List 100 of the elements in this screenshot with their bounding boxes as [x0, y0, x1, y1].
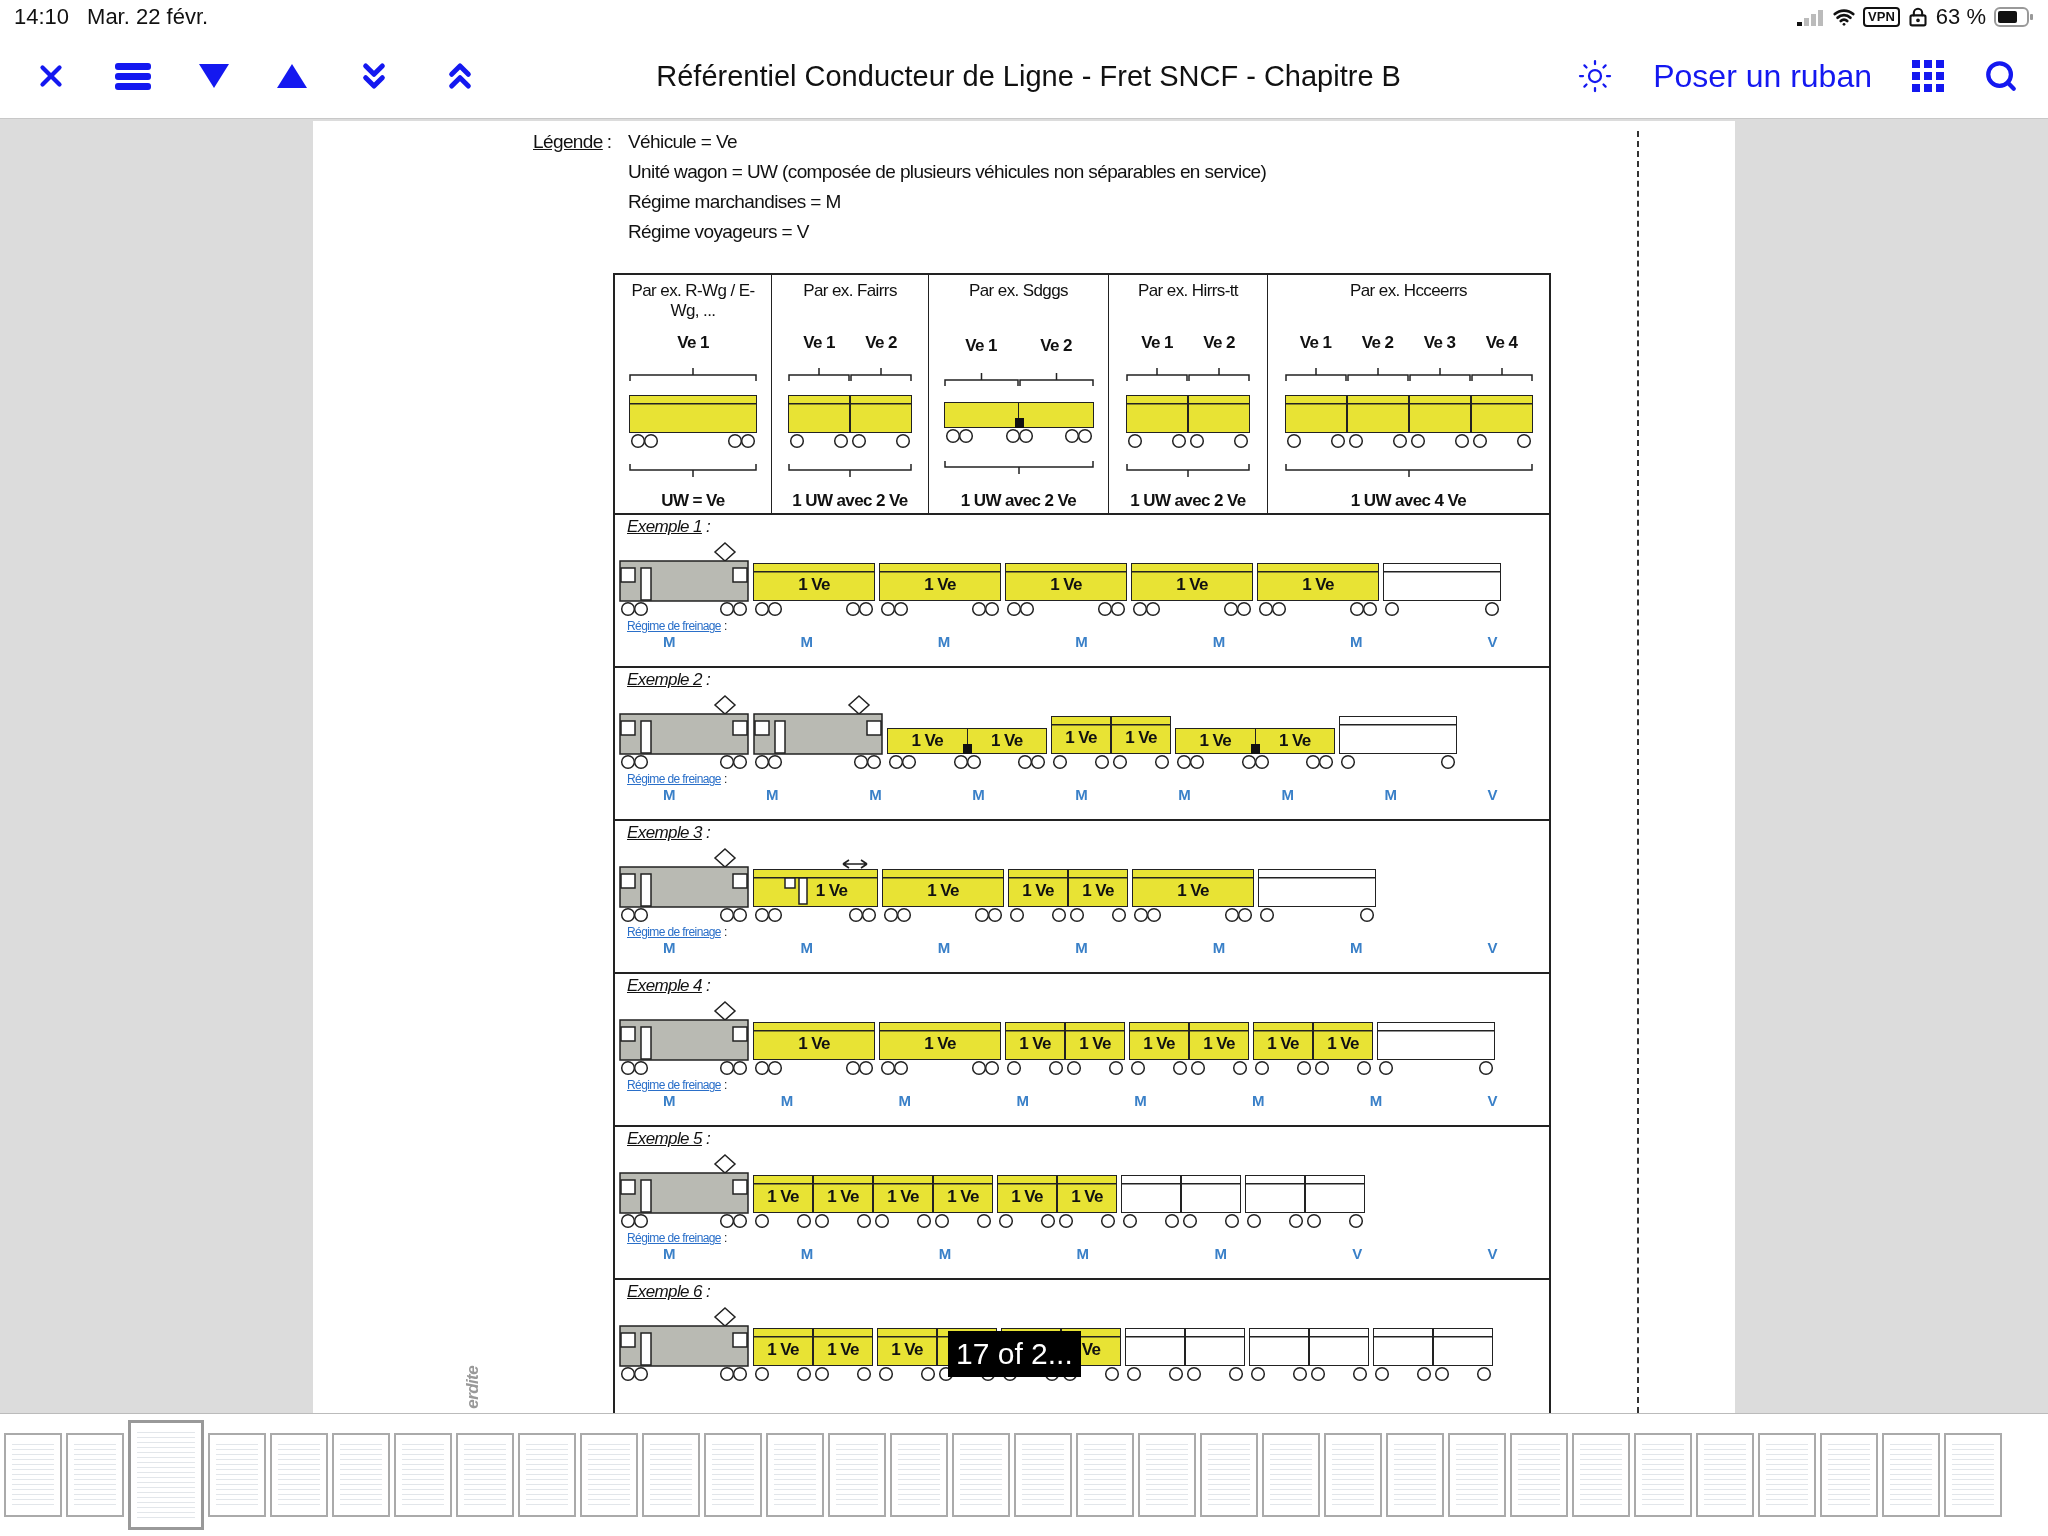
grid-icon[interactable]	[1912, 60, 1944, 92]
example-title: Exemple 4	[627, 976, 702, 996]
type-caption: Par ex. Fairrs	[802, 281, 898, 302]
brake-regime: M	[1075, 786, 1088, 803]
type-caption: Par ex. Hcceerrs	[1349, 281, 1468, 302]
page-thumbnail[interactable]	[4, 1433, 62, 1517]
wheels-icon	[1373, 1366, 1493, 1382]
brace-icon	[1284, 365, 1533, 383]
vehicle-label: 1 Ve	[1327, 1034, 1359, 1054]
wheels-icon	[629, 433, 757, 450]
vehicle-label: Ve 2	[1040, 335, 1072, 356]
wheels-icon	[1249, 1366, 1369, 1382]
brake-regime: V	[1487, 939, 1497, 956]
example-title: Exemple 2	[627, 670, 702, 690]
brake-regime: M	[937, 633, 950, 650]
vehicle-label: 1 Ve	[1050, 575, 1082, 595]
page-thumbnail[interactable]	[518, 1433, 576, 1517]
brake-regime: M	[1212, 939, 1225, 956]
search-icon[interactable]	[1984, 59, 2018, 93]
page-thumbnail[interactable]	[704, 1433, 762, 1517]
legend-line: Unité wagon = UW (composée de plusieurs véhicules non séparables en service)	[628, 161, 1268, 183]
margin-note: erdite	[463, 1366, 483, 1409]
wheels-icon	[1284, 433, 1533, 450]
battery-percent: 63 %	[1935, 4, 1986, 30]
down-triangle-icon[interactable]	[198, 62, 230, 90]
page-thumbnail[interactable]	[766, 1433, 824, 1517]
battery-icon	[1994, 7, 2034, 27]
brake-separator: :	[723, 619, 727, 633]
type-footer: UW = Ve	[661, 490, 725, 511]
page-thumbnail[interactable]	[332, 1433, 390, 1517]
page-thumbnail[interactable]	[1262, 1433, 1320, 1517]
wagon-compartment	[1188, 395, 1250, 434]
brake-regime: M	[1384, 786, 1397, 803]
legend-line: Régime voyageurs = V	[628, 221, 810, 243]
page-thumbnail[interactable]	[1448, 1433, 1506, 1517]
page-thumbnail[interactable]	[270, 1433, 328, 1517]
brake-regime: M	[1076, 1245, 1089, 1262]
page-thumbnail[interactable]	[1014, 1433, 1072, 1517]
page-thumbnail[interactable]	[1882, 1433, 1940, 1517]
vehicle-label: 1 Ve	[1143, 1034, 1175, 1054]
brake-regime-link[interactable]: Régime de freinage	[627, 619, 721, 633]
page-thumbnail[interactable]	[456, 1433, 514, 1517]
page-thumbnail[interactable]	[828, 1433, 886, 1517]
brake-regime-link[interactable]: Régime de freinage	[627, 1231, 721, 1245]
page-thumbnail[interactable]	[1324, 1433, 1382, 1517]
page-thumbnail[interactable]	[394, 1433, 452, 1517]
page-thumbnail[interactable]	[1758, 1433, 1816, 1517]
brightness-icon[interactable]	[1577, 58, 1614, 94]
page-thumbnail[interactable]	[642, 1433, 700, 1517]
page-thumbnail[interactable]	[1076, 1433, 1134, 1517]
wagon-compartment	[1470, 395, 1533, 434]
type-footer: 1 UW avec 2 Ve	[960, 491, 1077, 511]
vehicle-label: Ve 2	[865, 333, 897, 354]
wagon-compartment	[1346, 395, 1409, 434]
wheels-icon	[943, 428, 1094, 445]
brake-regime: V	[1352, 1245, 1362, 1262]
vehicle-label: 1 Ve	[1278, 731, 1311, 751]
clock-time: 14:10	[14, 4, 70, 30]
page-thumbnail[interactable]	[1510, 1433, 1568, 1517]
brake-regime-link[interactable]: Régime de freinage	[627, 772, 721, 786]
type-caption: Par ex. R-Wg / E-Wg, ...	[630, 281, 756, 321]
page-thumbnail[interactable]	[1572, 1433, 1630, 1517]
page-thumbnail[interactable]	[1944, 1433, 2002, 1517]
brake-regime-link[interactable]: Régime de freinage	[627, 1078, 721, 1092]
wheels-icon	[1125, 1366, 1245, 1382]
brake-regime-link[interactable]: Régime de freinage	[627, 925, 721, 939]
example-separator: :	[705, 1129, 711, 1149]
brace-icon	[788, 461, 912, 479]
page-thumbnail[interactable]	[128, 1420, 204, 1530]
vehicle-label: 1 Ve	[767, 1187, 799, 1207]
brake-regime: M	[766, 786, 778, 803]
page-thumbnail[interactable]	[890, 1433, 948, 1517]
page-thumbnail[interactable]	[1138, 1433, 1196, 1517]
example-title: Exemple 5	[627, 1129, 702, 1149]
page-thumbnail[interactable]	[1696, 1433, 1754, 1517]
brake-regime: V	[1487, 633, 1497, 650]
page-thumbnail[interactable]	[1820, 1433, 1878, 1517]
wheels-icon	[1377, 1060, 1495, 1076]
menu-icon[interactable]	[114, 61, 152, 91]
brake-regime: M	[1214, 1245, 1227, 1262]
brace-icon	[1126, 365, 1250, 383]
type-caption: Par ex. Hirrs-tt	[1137, 281, 1240, 302]
wifi-icon	[1833, 6, 1856, 28]
brake-regime: M	[1281, 786, 1294, 803]
brake-regime: M	[780, 1092, 793, 1109]
vehicle-label: 1 Ve	[924, 1034, 956, 1054]
page-thumbnail[interactable]	[580, 1433, 638, 1517]
page-thumbnail[interactable]	[66, 1433, 124, 1517]
brake-regime: M	[1369, 1092, 1382, 1109]
legend-separator: :	[606, 131, 612, 153]
page-thumbnail[interactable]	[208, 1433, 266, 1517]
page-thumbnail[interactable]	[1386, 1433, 1444, 1517]
example-title: Exemple 3	[627, 823, 702, 843]
page-thumbnail[interactable]	[952, 1433, 1010, 1517]
page-thumbnail[interactable]	[1634, 1433, 1692, 1517]
ribbon-button[interactable]: Poser un ruban	[1653, 57, 1872, 95]
wheels-icon	[1126, 433, 1250, 450]
brake-regime: M	[972, 786, 985, 803]
up-triangle-icon[interactable]	[276, 62, 308, 90]
page-thumbnail[interactable]	[1200, 1433, 1258, 1517]
